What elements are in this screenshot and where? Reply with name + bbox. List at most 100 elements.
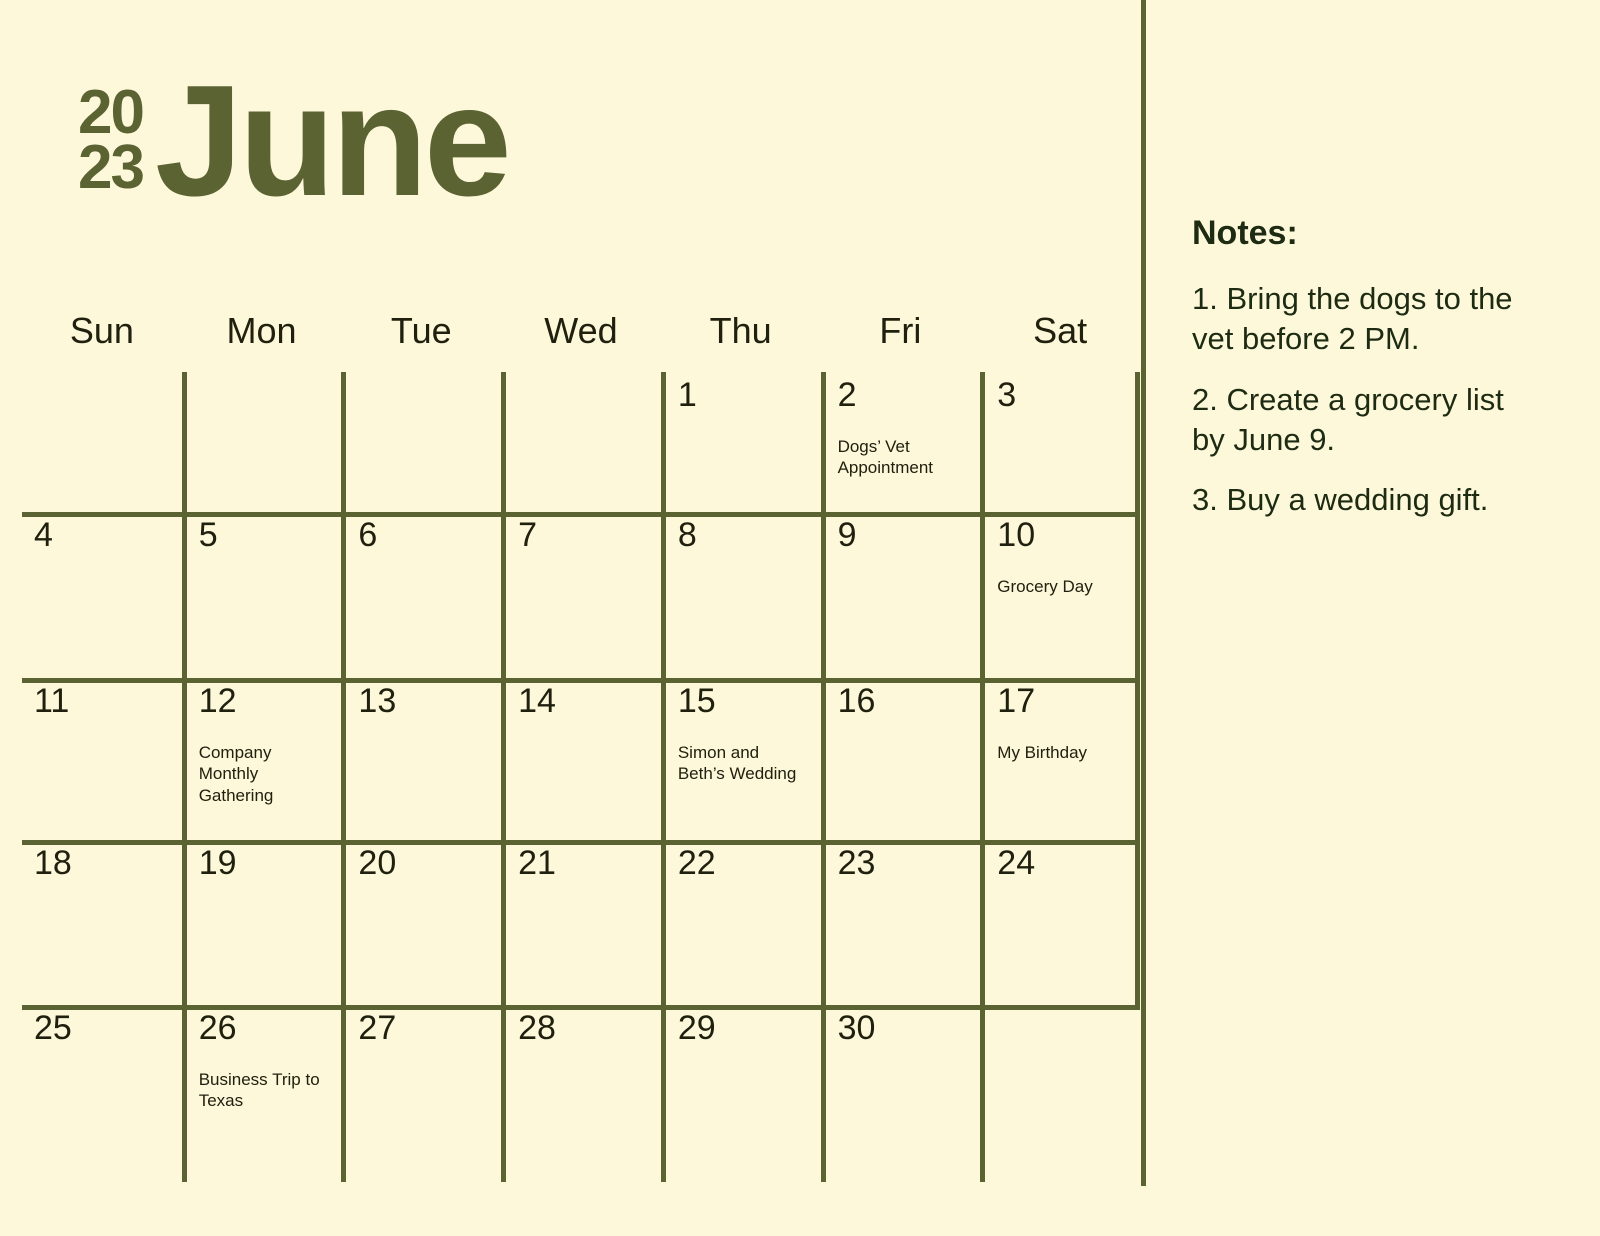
year-bottom: 23 bbox=[78, 132, 145, 202]
day-cell-4[interactable]: 4 bbox=[22, 512, 182, 678]
day-cell-5[interactable]: 5 bbox=[181, 512, 342, 678]
grid-right-edge bbox=[1135, 372, 1140, 1005]
day-cell-18[interactable]: 18 bbox=[22, 840, 182, 1005]
day-number: 3 bbox=[997, 376, 1017, 414]
day-cell-27[interactable]: 27 bbox=[341, 1005, 501, 1182]
day-cell-16[interactable]: 16 bbox=[820, 678, 981, 840]
day-number: 17 bbox=[997, 682, 1036, 720]
weekday-thu: Thu bbox=[709, 310, 772, 351]
day-cell-29[interactable]: 29 bbox=[660, 1005, 821, 1182]
day-cell-2[interactable]: 2 Dogs’ Vet Appointment bbox=[820, 372, 981, 512]
weekday-sat: Sat bbox=[1033, 310, 1088, 351]
day-cell-6[interactable]: 6 bbox=[341, 512, 501, 678]
week-separator bbox=[22, 678, 1140, 683]
day-number: 26 bbox=[198, 1009, 237, 1047]
calendar-week-row: 11 12 Company Monthly Gathering 13 14 15 Simon… bbox=[22, 678, 1140, 840]
day-number: 15 bbox=[677, 682, 716, 720]
day-event-label: My Birthday bbox=[997, 742, 1088, 762]
day-cell-20[interactable]: 20 bbox=[341, 840, 501, 1005]
notes-title: Notes: bbox=[1192, 214, 1298, 252]
day-number: 12 bbox=[198, 682, 237, 720]
day-cell-25[interactable]: 25 bbox=[22, 1005, 182, 1182]
day-cell-15[interactable]: 15 Simon and Beth’s Wedding bbox=[660, 678, 821, 840]
day-event-label: Simon and Beth’s Wedding bbox=[677, 742, 797, 784]
weekday-wed: Wed bbox=[544, 310, 618, 351]
note-item: 1. Bring the dogs to the vet before 2 PM… bbox=[1192, 281, 1513, 357]
day-cell-23[interactable]: 23 bbox=[820, 840, 981, 1005]
week-separator bbox=[22, 840, 1140, 845]
day-number: 14 bbox=[518, 682, 556, 720]
day-cell-30[interactable]: 30 bbox=[820, 1005, 981, 1182]
day-cell-9[interactable]: 9 bbox=[820, 512, 981, 678]
weekday-header-row: Sun Mon Tue Wed Thu Fri Sat bbox=[22, 310, 1140, 352]
day-number: 13 bbox=[358, 682, 397, 720]
year-stack: 20 23 bbox=[78, 82, 145, 202]
day-cell-22[interactable]: 22 bbox=[660, 840, 821, 1005]
day-cell-empty bbox=[341, 372, 501, 512]
day-number: 1 bbox=[677, 376, 697, 414]
week-separator bbox=[22, 1005, 1140, 1010]
day-number: 28 bbox=[518, 1009, 556, 1047]
day-cell-28[interactable]: 28 bbox=[501, 1005, 661, 1182]
note-item: 2. Create a grocery list by June 9. bbox=[1192, 381, 1504, 457]
notes-panel: Notes: 1. Bring the dogs to the vet befo… bbox=[1192, 214, 1522, 540]
weekday-mon: Mon bbox=[226, 310, 297, 351]
day-cell-11[interactable]: 11 bbox=[22, 678, 182, 840]
day-number: 19 bbox=[198, 844, 237, 882]
day-event-label: Business Trip to Texas bbox=[198, 1069, 320, 1111]
day-cell-empty bbox=[501, 372, 661, 512]
weekday-fri: Fri bbox=[879, 310, 922, 351]
note-item: 3. Buy a wedding gift. bbox=[1192, 482, 1489, 518]
day-number: 4 bbox=[34, 516, 53, 554]
day-cell-empty bbox=[22, 372, 182, 512]
weekday-sun: Sun bbox=[69, 310, 134, 351]
day-event-label: Company Monthly Gathering bbox=[198, 742, 274, 806]
day-event-label: Grocery Day bbox=[997, 576, 1093, 596]
week-separator bbox=[22, 512, 1140, 517]
day-cell-24[interactable]: 24 bbox=[980, 840, 1140, 1005]
page-title: 20 23 June bbox=[78, 53, 512, 229]
day-cell-empty bbox=[181, 372, 342, 512]
calendar-week-row: 18 19 20 21 22 23 24 bbox=[22, 840, 1140, 1005]
day-event-label: Dogs’ Vet Appointment bbox=[837, 436, 934, 478]
day-number: 7 bbox=[518, 516, 538, 554]
day-cell-13[interactable]: 13 bbox=[341, 678, 501, 840]
day-cell-12[interactable]: 12 Company Monthly Gathering bbox=[181, 678, 342, 840]
calendar-week-row: 1 2 Dogs’ Vet Appointment 3 bbox=[22, 372, 1140, 512]
day-number: 5 bbox=[198, 516, 218, 554]
day-number: 20 bbox=[358, 844, 397, 882]
day-number: 16 bbox=[837, 682, 876, 720]
day-cell-empty bbox=[980, 1005, 1140, 1182]
day-number: 9 bbox=[837, 516, 857, 554]
day-cell-19[interactable]: 19 bbox=[181, 840, 342, 1005]
day-cell-26[interactable]: 26 Business Trip to Texas bbox=[181, 1005, 342, 1182]
calendar-week-row: 25 26 Business Trip to Texas 27 28 29 30 bbox=[22, 1005, 1140, 1182]
day-number: 6 bbox=[358, 516, 378, 554]
day-number: 25 bbox=[34, 1009, 72, 1047]
day-number: 21 bbox=[518, 844, 556, 882]
day-cell-17[interactable]: 17 My Birthday bbox=[980, 678, 1140, 840]
weekday-tue: Tue bbox=[390, 310, 452, 351]
calendar-week-row: 4 5 6 7 8 9 10 Grocery Day bbox=[22, 512, 1140, 678]
day-cell-3[interactable]: 3 bbox=[980, 372, 1140, 512]
day-cell-8[interactable]: 8 bbox=[660, 512, 821, 678]
day-cell-1[interactable]: 1 bbox=[660, 372, 821, 512]
day-number: 2 bbox=[837, 376, 857, 414]
calendar-page: 20 23 June Sun Mon Tue Wed Thu Fri Sat 1… bbox=[0, 0, 1600, 1236]
day-cell-14[interactable]: 14 bbox=[501, 678, 661, 840]
day-number: 27 bbox=[358, 1009, 397, 1047]
day-number: 29 bbox=[677, 1009, 716, 1047]
month-name: June bbox=[154, 53, 512, 229]
day-number: 11 bbox=[34, 682, 70, 720]
day-number: 10 bbox=[997, 516, 1036, 554]
day-cell-7[interactable]: 7 bbox=[501, 512, 661, 678]
day-number: 18 bbox=[34, 844, 72, 882]
panel-divider bbox=[1141, 0, 1146, 1186]
day-number: 24 bbox=[997, 844, 1036, 882]
calendar-grid: 1 2 Dogs’ Vet Appointment 3 4 5 6 7 8 9 10 Grocery … bbox=[22, 372, 1140, 1182]
day-number: 22 bbox=[677, 844, 716, 882]
day-cell-21[interactable]: 21 bbox=[501, 840, 661, 1005]
day-number: 8 bbox=[677, 516, 697, 554]
day-number: 30 bbox=[837, 1009, 876, 1047]
day-cell-10[interactable]: 10 Grocery Day bbox=[980, 512, 1140, 678]
